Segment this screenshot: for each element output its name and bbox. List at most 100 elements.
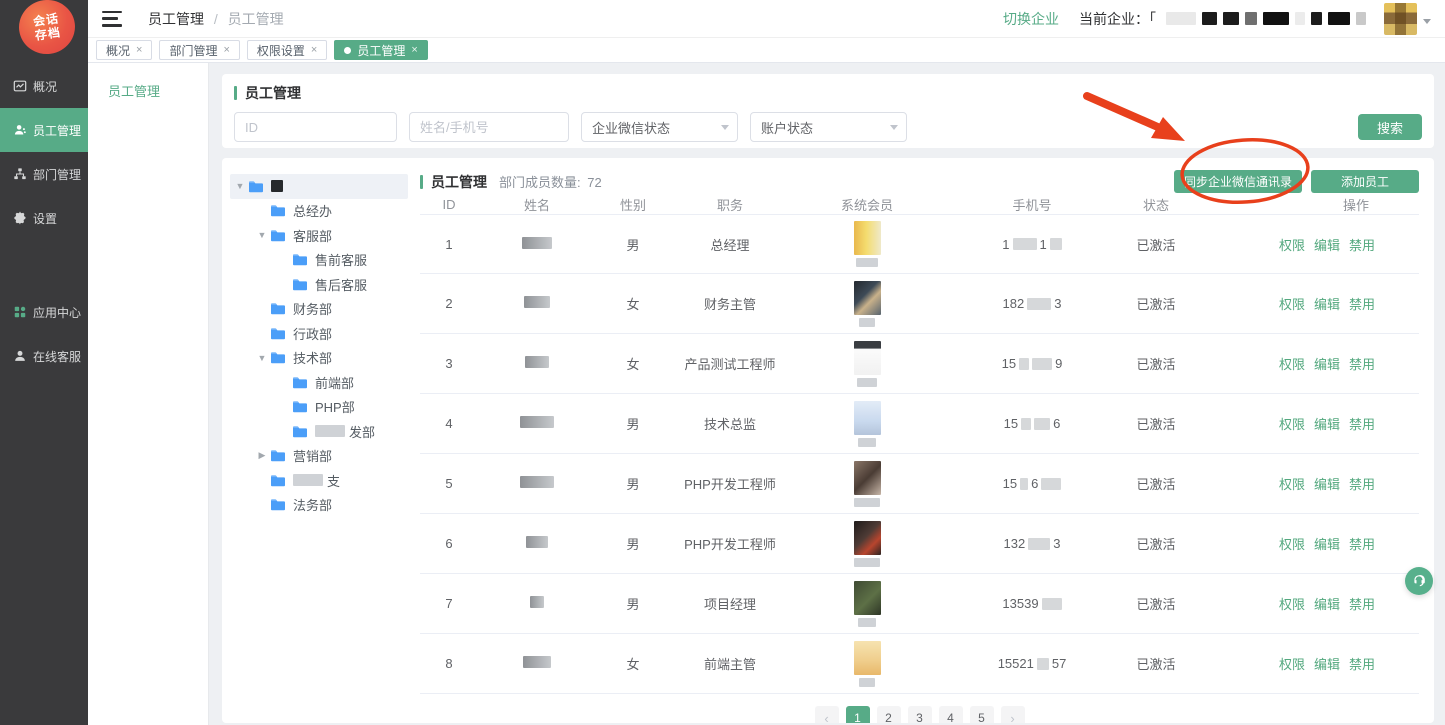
sidebar-item-在线客服[interactable]: 在线客服 [0,334,88,378]
tree-node-法务部[interactable]: 法务部 [230,493,408,518]
action-编辑[interactable]: 编辑 [1314,474,1340,493]
action-禁用[interactable]: 禁用 [1349,294,1375,313]
redacted-phone-part [1027,298,1051,310]
action-编辑[interactable]: 编辑 [1314,534,1340,553]
caret-down-icon[interactable]: ▼ [256,353,268,363]
action-编辑[interactable]: 编辑 [1314,654,1340,673]
name-phone-input[interactable] [409,112,569,142]
page-button-2[interactable]: 2 [877,706,901,723]
page-button-1[interactable]: 1 [846,706,870,723]
action-禁用[interactable]: 禁用 [1349,235,1375,254]
collapse-menu-icon[interactable] [102,11,122,27]
gear-icon [12,211,27,226]
sidebar-item-员工管理[interactable]: 员工管理 [0,108,88,152]
action-权限[interactable]: 权限 [1279,534,1305,553]
tree-node-客服部[interactable]: ▼客服部 [230,223,408,248]
action-编辑[interactable]: 编辑 [1314,414,1340,433]
sidebar-item-设置[interactable]: 设置 [0,196,88,240]
cell-job: 总经理 [670,235,790,254]
tree-node-售后客服[interactable]: 售后客服 [230,272,408,297]
action-禁用[interactable]: 禁用 [1349,534,1375,553]
prev-page-button[interactable]: ‹ [815,706,839,723]
action-权限[interactable]: 权限 [1279,654,1305,673]
close-icon[interactable]: × [223,44,229,56]
tree-node-前端部[interactable]: 前端部 [230,370,408,395]
cell-status: 已激活 [1120,235,1192,254]
action-禁用[interactable]: 禁用 [1349,654,1375,673]
cell-id: 4 [420,416,478,431]
subnav-item-employee-mgmt[interactable]: 员工管理 [88,63,208,100]
wechat-status-select[interactable]: 企业微信状态 [581,112,738,142]
close-icon[interactable]: × [311,44,317,56]
folder-icon [292,425,308,438]
redacted-phone-part [1032,358,1052,370]
topbar-right: 切换企业 当前企业：「 [1003,3,1445,35]
action-权限[interactable]: 权限 [1279,294,1305,313]
tree-node-售前客服[interactable]: 售前客服 [230,248,408,273]
page-button-5[interactable]: 5 [970,706,994,723]
caret-right-icon[interactable]: ▶ [256,450,268,461]
action-禁用[interactable]: 禁用 [1349,354,1375,373]
tab-概况[interactable]: 概况× [96,40,152,60]
tab-部门管理[interactable]: 部门管理× [159,40,239,60]
tree-node-财务部[interactable]: 财务部 [230,297,408,322]
tree-node-发部[interactable]: 发部 [230,419,408,444]
sidebar-item-部门管理[interactable]: 部门管理 [0,152,88,196]
cell-actions: 权限编辑禁用 [1192,534,1419,553]
action-编辑[interactable]: 编辑 [1314,594,1340,613]
member-count-label: 部门成员数量: [499,175,581,190]
tree-node-行政部[interactable]: 行政部 [230,321,408,346]
caret-down-icon[interactable]: ▼ [234,181,246,191]
tab-员工管理[interactable]: 员工管理× [334,40,427,60]
action-权限[interactable]: 权限 [1279,235,1305,254]
action-权限[interactable]: 权限 [1279,594,1305,613]
member-avatar [854,581,881,615]
chevron-down-icon[interactable] [1423,19,1431,24]
department-tree: ▼ 总经办▼客服部售前客服售后客服财务部行政部▼技术部前端部PHP部发部▶营销部支… [222,158,408,723]
cell-phone: 11 [944,237,1120,252]
action-权限[interactable]: 权限 [1279,354,1305,373]
page-button-3[interactable]: 3 [908,706,932,723]
tree-node-总经办[interactable]: 总经办 [230,199,408,224]
tree-node-支[interactable]: 支 [230,468,408,493]
online-service-fab[interactable] [1405,567,1433,595]
member-count: 部门成员数量: 72 [499,172,602,191]
account-status-select[interactable]: 账户状态 [750,112,907,142]
cell-gender: 女 [596,354,670,373]
action-权限[interactable]: 权限 [1279,474,1305,493]
action-编辑[interactable]: 编辑 [1314,294,1340,313]
cell-phone: 156 [944,416,1120,431]
action-权限[interactable]: 权限 [1279,414,1305,433]
close-icon[interactable]: × [136,44,142,56]
tree-node-技术部[interactable]: ▼技术部 [230,346,408,371]
chevron-down-icon [721,125,729,130]
phone-text: 15521 [998,656,1034,671]
redacted-name [522,237,552,249]
tab-权限设置[interactable]: 权限设置× [247,40,327,60]
sidebar-item-应用中心[interactable]: 应用中心 [0,290,88,334]
close-icon[interactable]: × [411,44,417,56]
id-input[interactable] [234,112,397,142]
breadcrumb-root[interactable]: 员工管理 [148,11,204,27]
sync-wechat-contacts-button[interactable]: 同步企业微信通讯录 [1174,170,1302,193]
caret-down-icon[interactable]: ▼ [256,230,268,240]
tree-node-PHP部[interactable]: PHP部 [230,395,408,420]
redacted-phone-part [1019,358,1029,370]
member-count-value: 72 [587,175,601,190]
sidebar-menu: 概况员工管理部门管理设置应用中心在线客服 [0,64,88,378]
add-employee-button[interactable]: 添加员工 [1311,170,1419,193]
tree-node-redacted[interactable]: ▼ [230,174,408,199]
next-page-button[interactable]: › [1001,706,1025,723]
page-button-4[interactable]: 4 [939,706,963,723]
switch-company-link[interactable]: 切换企业 [1003,9,1059,29]
sidebar-item-概况[interactable]: 概况 [0,64,88,108]
search-button[interactable]: 搜索 [1358,114,1422,140]
action-编辑[interactable]: 编辑 [1314,354,1340,373]
action-禁用[interactable]: 禁用 [1349,414,1375,433]
cell-actions: 权限编辑禁用 [1192,654,1419,673]
user-avatar[interactable] [1384,3,1417,35]
action-编辑[interactable]: 编辑 [1314,235,1340,254]
action-禁用[interactable]: 禁用 [1349,474,1375,493]
tree-node-营销部[interactable]: ▶营销部 [230,444,408,469]
action-禁用[interactable]: 禁用 [1349,594,1375,613]
